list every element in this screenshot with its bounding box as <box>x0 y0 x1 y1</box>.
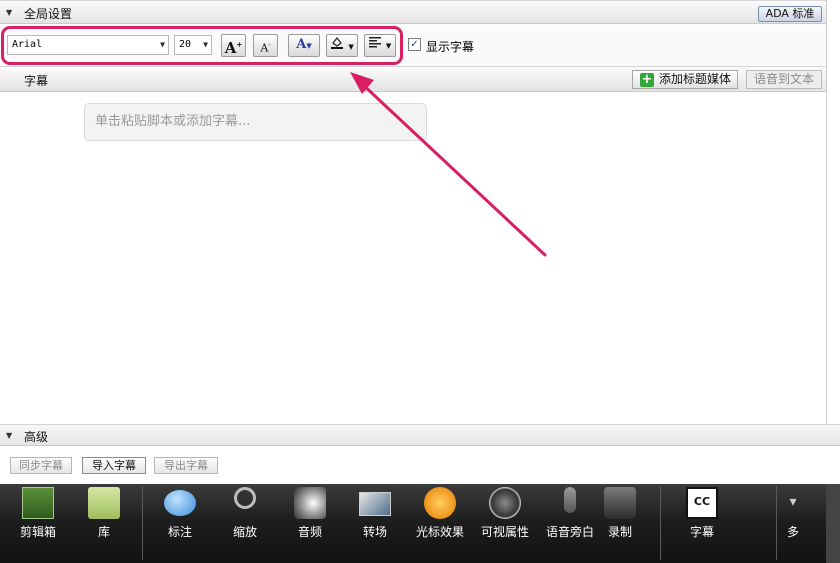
audio-icon <box>294 487 326 519</box>
dock-label: 字幕 <box>689 525 714 539</box>
dock-label: 录制 <box>607 525 632 539</box>
advanced-options-row: 同步字幕 导入字幕 导出字幕 <box>0 446 840 484</box>
dock-item-more[interactable]: ▾ 多 <box>780 484 806 563</box>
more-icon: ▾ <box>789 494 797 510</box>
advanced-header[interactable]: ▼ 高级 <box>0 424 840 446</box>
callout-icon <box>164 490 196 516</box>
visual-properties-icon <box>489 487 521 519</box>
dock-label: 转场 <box>362 525 387 539</box>
dock-label: 语音旁白 <box>545 525 594 539</box>
dock-item-zoom[interactable]: 缩放 <box>213 484 277 563</box>
dock-label: 缩放 <box>232 525 257 539</box>
right-edge-panel <box>826 0 840 484</box>
transition-icon <box>359 492 391 516</box>
dock-item-visual-properties[interactable]: 可视属性 <box>473 484 537 563</box>
dock-label: 光标效果 <box>415 525 464 539</box>
dock-item-library[interactable]: 库 <box>72 484 136 563</box>
clip-bin-icon <box>22 487 54 519</box>
dock-label: 音频 <box>297 525 322 539</box>
dock-item-clip-bin[interactable]: 剪辑箱 <box>6 484 70 563</box>
sync-captions-button[interactable]: 同步字幕 <box>10 457 72 474</box>
dock-item-voice-narration[interactable]: 语音旁白 <box>538 484 602 563</box>
advanced-title: 高级 <box>24 430 49 444</box>
dock-item-captions[interactable]: CC 字幕 <box>670 484 734 563</box>
task-dock: 剪辑箱 库 标注 缩放 音频 转场 光标效果 可视属性 语音旁白 录制 CC 字… <box>0 484 826 563</box>
cursor-effects-icon <box>424 487 456 519</box>
dock-label: 多 <box>786 525 799 539</box>
import-captions-button[interactable]: 导入字幕 <box>82 457 146 474</box>
dock-divider <box>142 486 143 560</box>
dock-item-transitions[interactable]: 转场 <box>343 484 407 563</box>
dock-item-cursor-effects[interactable]: 光标效果 <box>408 484 472 563</box>
dock-label: 库 <box>97 525 110 539</box>
dock-item-audio[interactable]: 音频 <box>278 484 342 563</box>
dock-item-record[interactable]: 录制 <box>600 484 640 563</box>
voice-narration-icon <box>564 487 576 513</box>
library-icon <box>88 487 120 519</box>
export-captions-button[interactable]: 导出字幕 <box>154 457 218 474</box>
dock-item-callouts[interactable]: 标注 <box>148 484 212 563</box>
dock-scroll-edge <box>826 484 840 563</box>
dock-label: 剪辑箱 <box>19 525 56 539</box>
record-icon <box>604 487 636 519</box>
dock-label: 可视属性 <box>480 525 529 539</box>
zoom-icon <box>234 487 256 509</box>
captions-icon: CC <box>686 487 718 519</box>
collapse-triangle-icon[interactable]: ▼ <box>6 431 12 440</box>
dock-divider <box>660 486 661 560</box>
dock-label: 标注 <box>167 525 192 539</box>
